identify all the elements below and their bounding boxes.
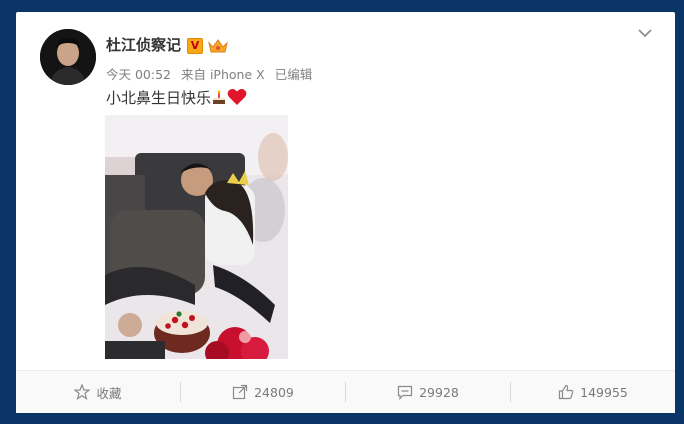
- avatar[interactable]: [40, 29, 96, 85]
- verified-badge-icon: V: [187, 38, 203, 54]
- favorite-button[interactable]: 收藏: [16, 371, 180, 413]
- crown-icon: [208, 39, 228, 53]
- share-icon: [233, 384, 248, 400]
- post-photo[interactable]: [105, 115, 288, 359]
- comment-count: 29928: [419, 384, 459, 400]
- comment-button[interactable]: 29928: [346, 371, 510, 413]
- post-timestamp[interactable]: 今天 00:52: [106, 67, 171, 82]
- repost-button[interactable]: 24809: [181, 371, 345, 413]
- favorite-label: 收藏: [96, 385, 122, 401]
- star-icon: [74, 384, 91, 400]
- cake-icon: [213, 90, 226, 104]
- comment-icon: [398, 385, 413, 400]
- heart-icon: [227, 89, 247, 105]
- edited-label[interactable]: 已编辑: [275, 67, 313, 82]
- weibo-post-card: 杜江侦察记 V 今天 00:52 来自 iPhone X 已编辑 小北鼻生日快乐: [16, 12, 675, 413]
- like-button[interactable]: 149955: [511, 371, 675, 413]
- post-meta: 今天 00:52 来自 iPhone X 已编辑: [106, 64, 318, 83]
- repost-count: 24809: [254, 384, 294, 400]
- post-text-content: 小北鼻生日快乐: [106, 89, 212, 107]
- post-text: 小北鼻生日快乐: [106, 87, 247, 108]
- action-bar: 收藏 24809 29928 149955: [16, 370, 675, 413]
- post-source[interactable]: 来自 iPhone X: [181, 67, 265, 82]
- author-name[interactable]: 杜江侦察记: [106, 34, 181, 55]
- like-count: 149955: [580, 384, 628, 400]
- chevron-down-icon[interactable]: [636, 26, 654, 40]
- like-icon: [559, 384, 574, 400]
